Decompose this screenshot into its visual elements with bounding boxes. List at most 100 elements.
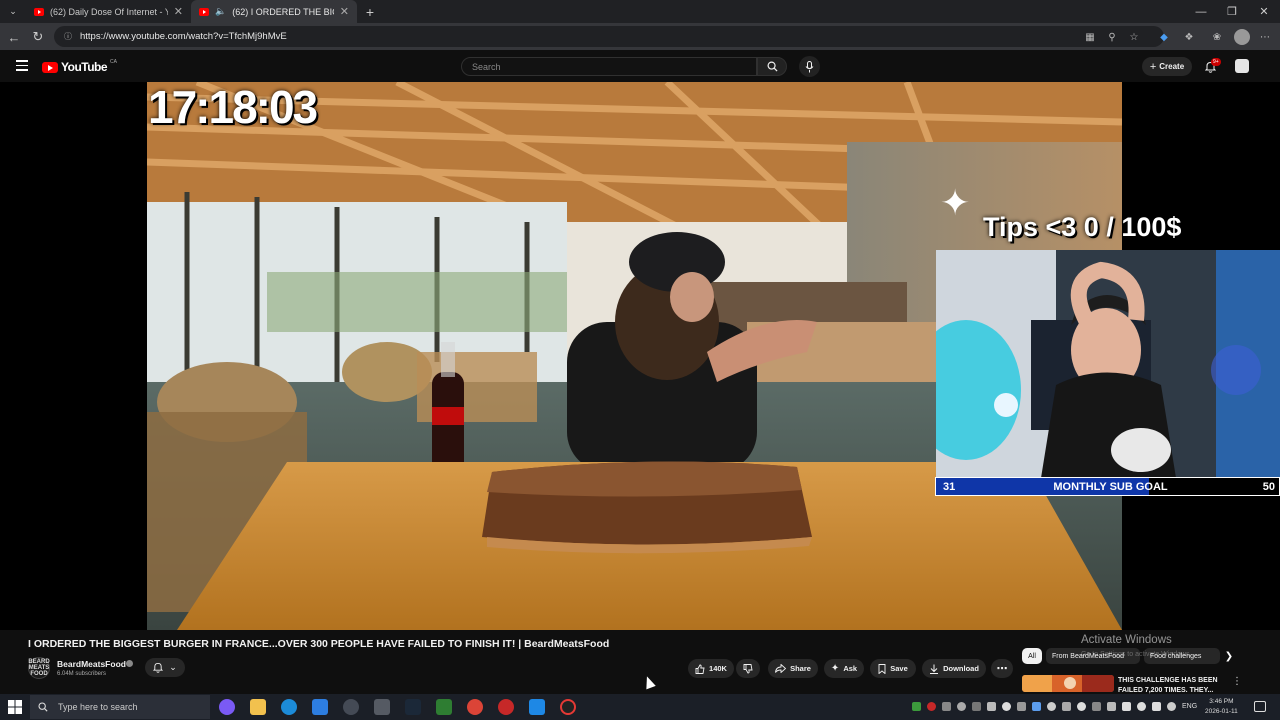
tray-icon-app[interactable] (1047, 702, 1056, 711)
settings-gear-icon[interactable] (374, 699, 390, 715)
hamburger-menu-icon[interactable] (16, 60, 28, 71)
account-avatar[interactable] (1235, 59, 1249, 73)
recommended-thumbnail[interactable] (1022, 675, 1114, 692)
verified-badge-icon (126, 660, 133, 667)
app-icon-red[interactable] (498, 699, 514, 715)
speaker-icon[interactable]: 🔈 (215, 6, 226, 17)
edge-browser-icon[interactable] (281, 699, 297, 715)
refresh-icon[interactable]: ↻ (29, 28, 47, 46)
app-icon-dark[interactable] (343, 699, 359, 715)
favorite-star-icon[interactable]: ☆ (1127, 30, 1141, 44)
tray-icon-app[interactable] (1077, 702, 1086, 711)
close-icon[interactable]: ✕ (340, 5, 349, 18)
file-explorer-icon[interactable] (250, 699, 266, 715)
share-button[interactable]: Share (768, 659, 818, 678)
chip-all[interactable]: All (1022, 648, 1042, 664)
ask-label: Ask (843, 664, 858, 673)
close-icon[interactable]: ✕ (174, 5, 183, 18)
tray-icon-app[interactable] (1032, 702, 1041, 711)
clock[interactable]: 3:46 PM 2026-01-11 (1205, 697, 1238, 717)
region-code: CA (110, 59, 117, 65)
create-button[interactable]: + Create (1142, 57, 1192, 76)
tray-icon-nvidia[interactable] (912, 702, 921, 711)
tray-icon-steam[interactable] (957, 702, 966, 711)
windows-start-icon[interactable] (8, 700, 22, 714)
download-icon (930, 664, 939, 674)
save-button[interactable]: Save (870, 659, 916, 678)
network-icon[interactable] (1137, 702, 1146, 711)
chevron-right-icon[interactable]: ❯ (1222, 649, 1236, 663)
extension-icon[interactable]: ◆ (1157, 30, 1171, 44)
app-icon-green[interactable] (436, 699, 452, 715)
tray-icon-app[interactable] (1167, 702, 1176, 711)
back-icon[interactable]: ← (5, 28, 23, 46)
battery-icon[interactable] (1122, 702, 1131, 711)
zoom-icon[interactable]: ⚲ (1105, 30, 1119, 44)
collections-icon[interactable]: ❀ (1210, 30, 1224, 44)
chrome-browser-icon[interactable] (467, 699, 483, 715)
more-vertical-icon[interactable]: ⋮ (1232, 676, 1242, 690)
microphone-icon (805, 60, 814, 72)
tab-current-video[interactable]: 🔈 (62) I ORDERED THE BIGGEST ✕ (191, 0, 357, 23)
sparkle-ask-icon: ✦ (830, 663, 840, 674)
notification-center-icon[interactable] (1254, 701, 1266, 712)
share-label: Share (790, 664, 811, 673)
tray-icon-red[interactable] (927, 702, 936, 711)
app-icon-cyan[interactable] (529, 699, 545, 715)
more-menu-icon[interactable]: ⋯ (1258, 30, 1272, 44)
voice-search-button[interactable] (799, 56, 820, 77)
new-tab-button[interactable]: + (357, 0, 383, 23)
like-button[interactable]: 140K (688, 659, 734, 678)
sub-goal-label: MONTHLY SUB GOAL (1053, 480, 1168, 493)
tab-list-button[interactable]: ⌄ (0, 0, 26, 23)
search-input[interactable]: Search (461, 57, 757, 76)
tray-icon-app[interactable] (1107, 702, 1116, 711)
youtube-logo[interactable]: YouTube CA (42, 59, 117, 74)
video-player[interactable] (0, 82, 1280, 630)
url-text: https://www.youtube.com/watch?v=TfchMj9h… (80, 31, 287, 42)
tray-icon-app[interactable] (1002, 702, 1011, 711)
obs-app-icon[interactable] (560, 699, 576, 715)
tab-daily-dose[interactable]: (62) Daily Dose Of Internet - YouT ✕ (26, 0, 191, 23)
download-button[interactable]: Download (922, 659, 986, 678)
url-field[interactable]: ⓘ https://www.youtube.com/watch?v=TfchMj… (54, 26, 1164, 47)
logo-text: YouTube (61, 60, 108, 74)
profile-avatar[interactable] (1234, 29, 1250, 45)
copilot-app-icon[interactable] (219, 699, 235, 715)
stream-timer-overlay: 17:18:03 (148, 81, 318, 133)
ask-button[interactable]: ✦ Ask (824, 659, 864, 678)
app-icon-blue[interactable] (312, 699, 328, 715)
browser-tab-bar: ⌄ (62) Daily Dose Of Internet - YouT ✕ 🔈… (0, 0, 1280, 23)
search-button[interactable] (757, 57, 787, 76)
tray-icon-app[interactable] (1092, 702, 1101, 711)
youtube-favicon-icon (199, 7, 209, 16)
tray-icon-grey[interactable] (942, 702, 951, 711)
recommended-title[interactable]: THIS CHALLENGE HAS BEEN FAILED 7,200 TIM… (1118, 676, 1228, 696)
channel-name[interactable]: BeardMeatsFood (57, 659, 126, 669)
subscribed-bell-button[interactable]: ⌄ (145, 658, 185, 677)
language-indicator[interactable]: ENG (1182, 703, 1197, 710)
tray-icon-app[interactable] (1062, 702, 1071, 711)
tray-icon-app[interactable] (972, 702, 981, 711)
site-info-icon[interactable]: ⓘ (64, 31, 72, 42)
webcam-scene (936, 250, 1280, 478)
app-available-icon[interactable]: ▦ (1083, 30, 1097, 44)
dislike-button[interactable] (736, 659, 760, 678)
thumbnail-image (1022, 675, 1114, 692)
tray-icon-app[interactable] (987, 702, 996, 711)
tray-icon-app[interactable] (1017, 702, 1026, 711)
window-close-icon[interactable]: ✕ (1248, 0, 1280, 23)
volume-icon[interactable] (1152, 702, 1161, 711)
tab-title: (62) I ORDERED THE BIGGEST (232, 6, 334, 17)
windows-taskbar: Type here to search ENG 3:46 PM 2026-01-… (0, 694, 1280, 720)
bookmark-icon (878, 663, 886, 674)
video-title: I ORDERED THE BIGGEST BURGER IN FRANCE..… (28, 638, 610, 650)
address-bar: ← ↻ ⓘ https://www.youtube.com/watch?v=Tf… (0, 23, 1280, 50)
more-actions-button[interactable]: ⋯ (991, 659, 1013, 678)
extensions-puzzle-icon[interactable]: ❖ (1182, 30, 1196, 44)
channel-avatar[interactable]: BEARD MEATS FOOD (28, 657, 50, 679)
restore-icon[interactable]: ❐ (1216, 0, 1248, 23)
steam-app-icon[interactable] (405, 699, 421, 715)
minimize-icon[interactable]: — (1185, 0, 1217, 23)
taskbar-search-input[interactable]: Type here to search (30, 695, 210, 719)
